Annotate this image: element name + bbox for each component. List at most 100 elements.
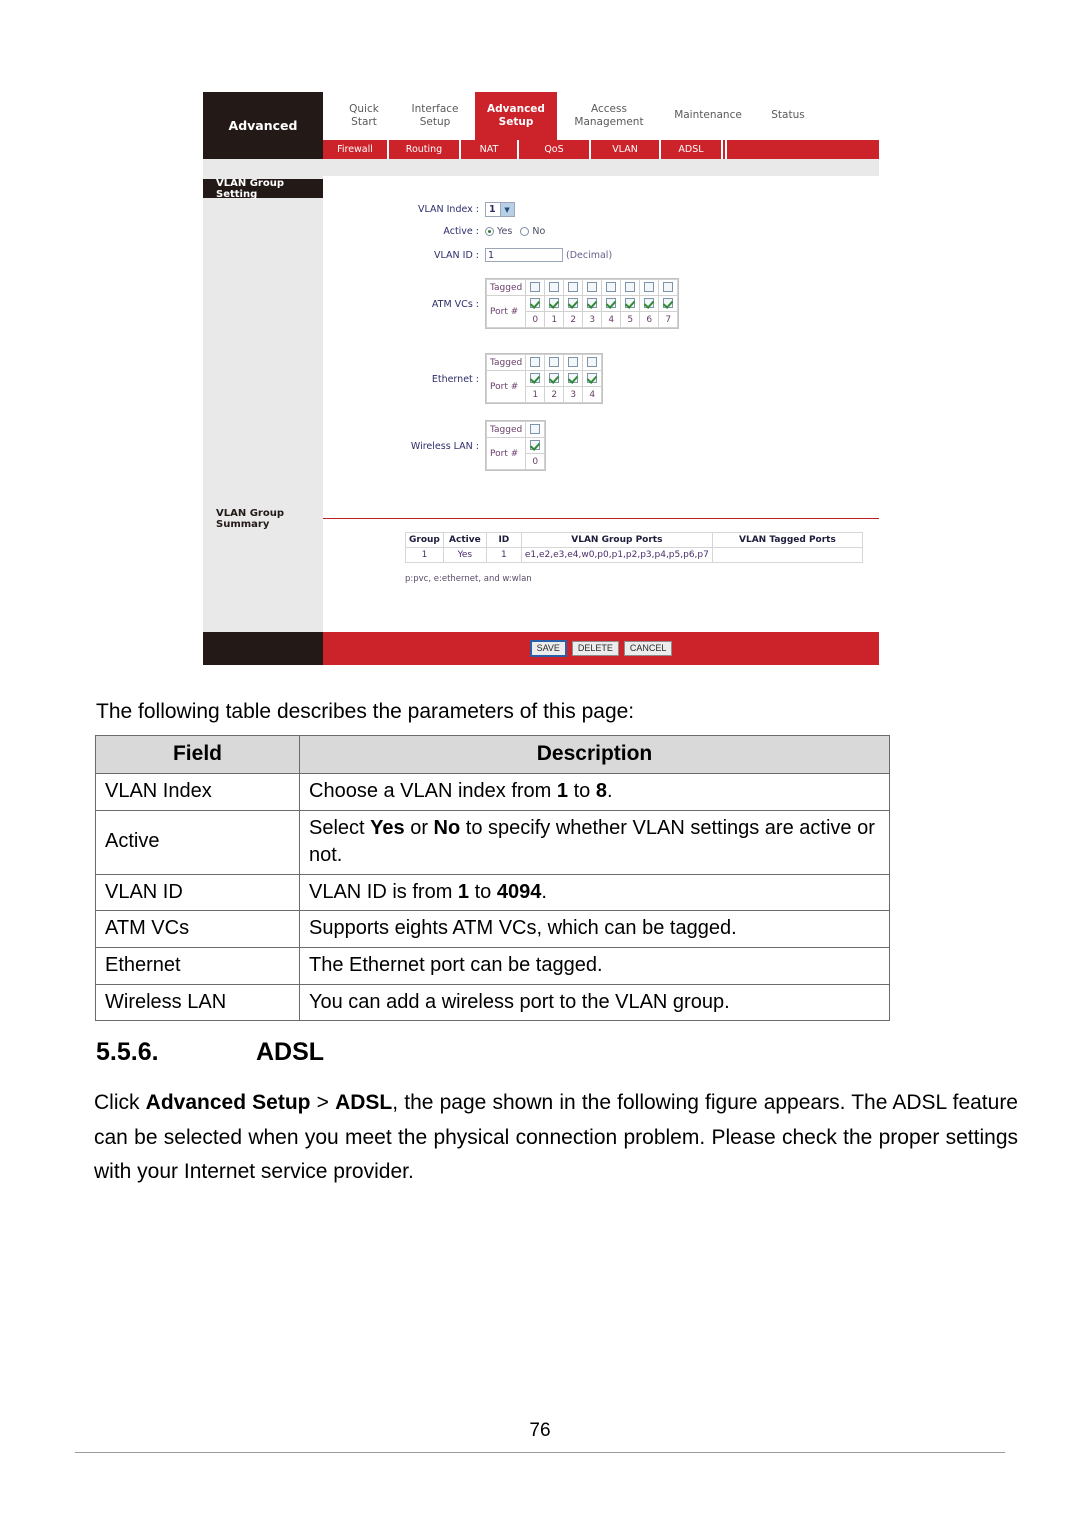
checkbox-checked-icon[interactable] (568, 298, 579, 309)
top-nav-access-management[interactable]: Access Management (557, 92, 661, 140)
checkbox-checked-icon[interactable] (587, 298, 598, 309)
checkbox-checked-icon[interactable] (606, 298, 617, 309)
ethernet-port-grid: Tagged Port # 1 2 3 4 (485, 353, 604, 404)
checkbox-checked-icon[interactable] (568, 373, 579, 384)
save-button[interactable]: SAVE (529, 639, 567, 658)
sub-nav-nat[interactable]: NAT (461, 140, 519, 159)
top-nav-quick-start[interactable]: Quick Start (333, 92, 395, 140)
table-row: Ethernet The Ethernet port can be tagged… (95, 946, 890, 985)
active-yes-radio[interactable] (485, 227, 494, 236)
checkbox-icon[interactable] (568, 357, 579, 368)
checkbox-icon[interactable] (530, 282, 541, 293)
checkbox-icon[interactable] (587, 282, 598, 293)
atm-member-cell-7[interactable] (658, 295, 679, 312)
eth-tagged-cell-3[interactable] (563, 354, 584, 371)
eth-member-cell-1[interactable] (525, 370, 546, 387)
atm-member-cell-3[interactable] (582, 295, 603, 312)
vlan-index-select[interactable]: 1 ▼ (485, 202, 515, 217)
atm-tagged-cell-5[interactable] (620, 279, 641, 296)
summary-header-row: Group Active ID VLAN Group Ports VLAN Ta… (405, 532, 864, 548)
sub-nav-adsl[interactable]: ADSL (661, 140, 723, 159)
cancel-button[interactable]: CANCEL (623, 640, 673, 657)
atm-port-num-4: 4 (601, 311, 622, 328)
atm-tagged-cell-1[interactable] (544, 279, 565, 296)
vlan-id-label: VLAN ID : (434, 249, 479, 261)
checkbox-checked-icon[interactable] (587, 373, 598, 384)
vlan-id-input[interactable]: 1 (485, 248, 563, 262)
sub-nav-vlan[interactable]: VLAN (591, 140, 661, 159)
sub-nav-firewall[interactable]: Firewall (323, 140, 389, 159)
eth-member-cell-2[interactable] (544, 370, 565, 387)
checkbox-icon[interactable] (625, 282, 636, 293)
eth-tagged-cell-4[interactable] (582, 354, 603, 371)
checkbox-icon[interactable] (644, 282, 655, 293)
wlan-member-cell-0[interactable] (525, 437, 546, 454)
body-paragraph: Click Advanced Setup > ADSL, the page sh… (94, 1091, 1018, 1184)
checkbox-icon[interactable] (663, 282, 674, 293)
atm-member-cell-0[interactable] (525, 295, 546, 312)
checkbox-checked-icon[interactable] (663, 298, 674, 309)
checkbox-icon[interactable] (530, 357, 541, 368)
section-tab-label: VLAN Group Setting (216, 177, 284, 200)
delete-button[interactable]: DELETE (571, 640, 619, 657)
atm-member-cell-4[interactable] (601, 295, 622, 312)
checkbox-icon[interactable] (587, 357, 598, 368)
form-content-area: VLAN Index : 1 ▼ Active : Yes No VLAN ID… (323, 176, 879, 632)
vlan-index-row: VLAN Index : 1 ▼ (405, 202, 515, 217)
atm-tagged-cell-3[interactable] (582, 279, 603, 296)
checkbox-checked-icon[interactable] (530, 373, 541, 384)
atm-member-cell-6[interactable] (639, 295, 660, 312)
checkbox-checked-icon[interactable] (549, 373, 560, 384)
sub-nav-label: Firewall (337, 144, 373, 155)
atm-tagged-cell-2[interactable] (563, 279, 584, 296)
checkbox-checked-icon[interactable] (549, 298, 560, 309)
atm-port-num-0: 0 (525, 311, 546, 328)
sub-nav-qos[interactable]: QoS (519, 140, 591, 159)
top-nav-advanced-setup[interactable]: Advanced Setup (475, 92, 557, 140)
param-field: VLAN Index (95, 772, 300, 811)
top-nav-items: Quick Start Interface Setup Advanced Set… (323, 92, 879, 140)
parameters-table: Field Description VLAN Index Choose a VL… (95, 735, 890, 1022)
active-label: Active : (443, 226, 479, 237)
sub-nav-label: VLAN (612, 144, 638, 155)
checkbox-icon[interactable] (549, 357, 560, 368)
wlan-tagged-row: Tagged (485, 421, 546, 438)
checkbox-icon[interactable] (549, 282, 560, 293)
atm-member-cell-1[interactable] (544, 295, 565, 312)
atm-tagged-label: Tagged (485, 279, 527, 296)
checkbox-checked-icon[interactable] (530, 298, 541, 309)
top-nav-maintenance[interactable]: Maintenance (661, 92, 755, 140)
table-row: VLAN ID VLAN ID is from 1 to 4094. (95, 873, 890, 912)
checkbox-checked-icon[interactable] (530, 440, 541, 451)
checkbox-icon[interactable] (568, 282, 579, 293)
wlan-tagged-cell-0[interactable] (525, 421, 546, 438)
param-col-description: Description (299, 735, 890, 774)
eth-port-label: Port # (485, 370, 527, 403)
atm-member-cell-2[interactable] (563, 295, 584, 312)
atm-member-cell-5[interactable] (620, 295, 641, 312)
table-row: ATM VCs Supports eights ATM VCs, which c… (95, 910, 890, 948)
checkbox-icon[interactable] (530, 424, 541, 435)
eth-tagged-cell-2[interactable] (544, 354, 565, 371)
atm-tagged-cell-6[interactable] (639, 279, 660, 296)
checkbox-checked-icon[interactable] (625, 298, 636, 309)
atm-tagged-cell-7[interactable] (658, 279, 679, 296)
eth-tagged-label: Tagged (485, 354, 527, 371)
atm-tagged-cell-4[interactable] (601, 279, 622, 296)
checkbox-checked-icon[interactable] (644, 298, 655, 309)
section-tab-vlan-group-setting: VLAN Group Setting (203, 177, 323, 200)
top-nav-status[interactable]: Status (755, 92, 821, 140)
top-nav-interface-setup[interactable]: Interface Setup (395, 92, 475, 140)
summary-cell-tagged-ports (711, 547, 864, 563)
active-no-radio[interactable] (520, 227, 530, 236)
sub-nav-label: Routing (405, 144, 443, 155)
wlan-member-row: Port # (485, 437, 546, 470)
eth-member-cell-3[interactable] (563, 370, 584, 387)
atm-tagged-cell-0[interactable] (525, 279, 546, 296)
eth-member-cell-4[interactable] (582, 370, 603, 387)
checkbox-icon[interactable] (606, 282, 617, 293)
top-nav-label: Interface Setup (411, 102, 459, 128)
sub-nav-routing[interactable]: Routing (389, 140, 461, 159)
eth-port-num-1: 1 (525, 386, 546, 403)
eth-tagged-cell-1[interactable] (525, 354, 546, 371)
